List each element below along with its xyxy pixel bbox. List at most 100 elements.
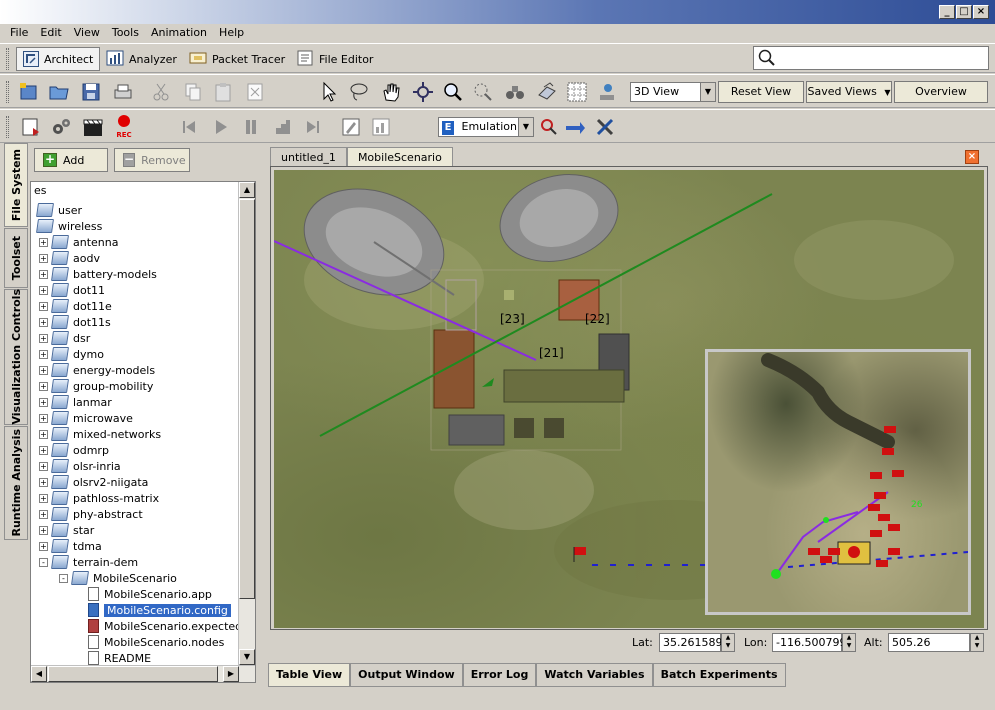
tree-folder-item[interactable]: + dot11s <box>39 314 111 330</box>
close-editor-icon[interactable]: × <box>965 150 979 164</box>
tree-folder-item[interactable]: + phy-abstract <box>39 506 143 522</box>
expand-icon[interactable]: + <box>39 397 48 407</box>
expand-icon[interactable]: + <box>39 237 48 247</box>
tree-vertical-scrollbar[interactable]: ▲ ▼ <box>238 182 255 666</box>
tab-watch-variables[interactable]: Watch Variables <box>536 663 653 687</box>
cut-icon[interactable] <box>150 81 172 103</box>
close-button[interactable]: × <box>973 5 989 19</box>
tree-file-item[interactable]: MobileScenario.config <box>75 602 231 618</box>
expand-icon[interactable]: + <box>39 349 48 359</box>
expand-icon[interactable]: + <box>39 493 48 503</box>
collapse-icon[interactable]: - <box>59 573 68 583</box>
grid-icon[interactable] <box>566 81 588 103</box>
tab-table-view[interactable]: Table View <box>268 663 351 687</box>
expand-icon[interactable]: + <box>39 445 48 455</box>
tree-horizontal-scrollbar[interactable]: ◀ ▶ <box>31 665 255 682</box>
zoom-region-icon[interactable] <box>472 81 494 103</box>
menu-view[interactable]: View <box>68 24 106 42</box>
run-settings-icon[interactable] <box>20 116 42 138</box>
tab-error-log[interactable]: Error Log <box>462 663 537 687</box>
tree-folder-item[interactable]: + star <box>39 522 94 538</box>
tree-folder-item[interactable]: + microwave <box>39 410 133 426</box>
scroll-left-icon[interactable]: ◀ <box>31 666 47 682</box>
tree-folder-item[interactable]: + tdma <box>39 538 102 554</box>
delete-icon[interactable] <box>244 81 266 103</box>
lon-field[interactable]: -116.500799 <box>772 633 846 652</box>
print-icon[interactable] <box>112 81 134 103</box>
tree-file-item[interactable]: MobileScenario.nodes <box>75 634 224 650</box>
zoom-icon[interactable] <box>442 81 464 103</box>
perspective-packet-tracer[interactable]: Packet Tracer <box>183 47 291 71</box>
toolbar-grip[interactable] <box>6 81 9 103</box>
expand-icon[interactable]: + <box>39 461 48 471</box>
tree-folder-item[interactable]: + odmrp <box>39 442 109 458</box>
expand-icon[interactable]: + <box>39 509 48 519</box>
perspective-analyzer[interactable]: Analyzer <box>100 47 183 71</box>
tree-file-item[interactable]: MobileScenario.expected <box>75 618 242 634</box>
expand-icon[interactable]: + <box>39 333 48 343</box>
play-icon[interactable] <box>210 116 232 138</box>
scroll-thumb[interactable] <box>48 666 218 682</box>
tree-folder-item[interactable]: + dymo <box>39 346 104 362</box>
expand-icon[interactable]: + <box>39 381 48 391</box>
stats-icon[interactable] <box>370 116 392 138</box>
collapse-icon[interactable]: - <box>39 557 48 567</box>
expand-icon[interactable]: + <box>39 301 48 311</box>
alt-spinner[interactable]: ▲ ▼ <box>970 633 984 652</box>
tree-folder-item[interactable]: + antenna <box>39 234 118 250</box>
expand-icon[interactable]: + <box>39 253 48 263</box>
gears-icon[interactable] <box>50 116 72 138</box>
tab-runtime-analysis[interactable]: Runtime Analysis <box>4 426 28 540</box>
menu-tools[interactable]: Tools <box>106 24 145 42</box>
expand-icon[interactable]: + <box>39 525 48 535</box>
lon-spinner[interactable]: ▲ ▼ <box>842 633 856 652</box>
tree-folder-item[interactable]: wireless <box>36 218 102 234</box>
tab-mobile-scenario[interactable]: MobileScenario <box>346 147 453 167</box>
view-mode-select[interactable]: 3D View ▼ <box>630 82 716 102</box>
expand-icon[interactable]: + <box>39 285 48 295</box>
pause-icon[interactable] <box>240 116 262 138</box>
scroll-thumb[interactable] <box>239 199 255 599</box>
menu-file[interactable]: File <box>4 24 34 42</box>
tree-folder-item[interactable]: + group-mobility <box>39 378 153 394</box>
save-icon[interactable] <box>80 81 102 103</box>
edit-icon[interactable] <box>340 116 362 138</box>
menu-help[interactable]: Help <box>213 24 250 42</box>
3d-viewport[interactable]: [23] [22] [21] 26 <box>274 170 984 628</box>
expand-icon[interactable]: + <box>39 413 48 423</box>
expand-icon[interactable]: + <box>39 477 48 487</box>
overview-minimap[interactable]: 26 <box>705 349 971 615</box>
perspective-architect[interactable]: Architect <box>16 47 101 71</box>
tree-folder-item[interactable]: - terrain-dem <box>39 554 138 570</box>
tab-file-system[interactable]: File System <box>4 143 28 227</box>
overview-button[interactable]: Overview <box>894 81 988 103</box>
terrain-icon[interactable] <box>596 81 618 103</box>
tree-folder-item[interactable]: + olsr-inria <box>39 458 121 474</box>
tree-folder-item[interactable]: + aodv <box>39 250 100 266</box>
tree-folder-item[interactable]: + dot11 <box>39 282 105 298</box>
record-button[interactable]: REC <box>113 114 135 140</box>
rotate-icon[interactable] <box>412 81 434 103</box>
scroll-down-icon[interactable]: ▼ <box>239 649 255 665</box>
pointer-icon[interactable] <box>318 81 340 103</box>
copy-icon[interactable] <box>182 81 204 103</box>
tree-folder-item[interactable]: + dot11e <box>39 298 112 314</box>
tree-folder-item[interactable]: + lanmar <box>39 394 112 410</box>
tree-folder-item[interactable]: + olsrv2-niigata <box>39 474 148 490</box>
paste-icon[interactable] <box>212 81 234 103</box>
reset-view-button[interactable]: Reset View <box>718 81 804 103</box>
pan-hand-icon[interactable] <box>380 81 402 103</box>
tab-untitled-1[interactable]: untitled_1 <box>270 147 347 167</box>
toolbar-grip[interactable] <box>6 116 9 138</box>
tools-icon[interactable] <box>594 116 616 138</box>
remove-button[interactable]: − Remove <box>114 148 190 172</box>
tree-folder-item[interactable]: + dsr <box>39 330 90 346</box>
add-button[interactable]: + Add <box>34 148 108 172</box>
expand-icon[interactable]: + <box>39 429 48 439</box>
tree-folder-item[interactable]: + battery-models <box>39 266 157 282</box>
minimize-button[interactable]: _ <box>939 5 955 19</box>
search-input[interactable] <box>753 46 989 70</box>
perspective-file-editor[interactable]: File Editor <box>290 47 379 71</box>
layers-icon[interactable] <box>536 81 558 103</box>
new-scenario-icon[interactable] <box>18 81 40 103</box>
